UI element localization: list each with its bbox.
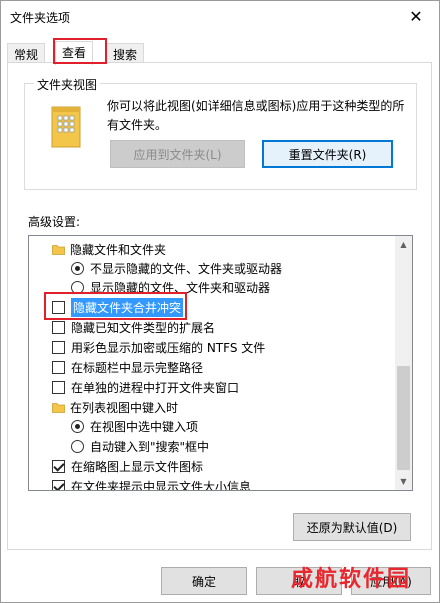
advanced-settings-label: 高级设置: xyxy=(28,215,81,229)
radio-button[interactable] xyxy=(71,280,84,294)
scroll-thumb[interactable] xyxy=(397,366,410,470)
apply-to-folders-label: 应用到文件夹(L) xyxy=(133,147,222,162)
list-item-label: 用彩色显示加密或压缩的 NTFS 文件 xyxy=(71,340,266,355)
list-item-label: 隐藏文件夹合并冲突 xyxy=(71,297,184,317)
list-item-label: 在单独的进程中打开文件夹窗口 xyxy=(71,380,240,395)
list-item-label: 不显示隐藏的文件、文件夹或驱动器 xyxy=(90,261,283,276)
list-item-label: 在文件夹提示中显示文件大小信息 xyxy=(71,479,252,491)
chevron-down-icon: ▼ xyxy=(400,477,407,486)
list-item[interactable]: 在缩略图上显示文件图标 xyxy=(52,456,203,476)
list-item-label: 自动键入到"搜索"框中 xyxy=(90,439,210,454)
list-item-label: 在缩略图上显示文件图标 xyxy=(71,459,204,474)
list-item: 在列表视图中键入时 xyxy=(52,397,178,417)
list-item[interactable]: 自动键入到"搜索"框中 xyxy=(71,436,209,456)
list-item-label: 在列表视图中键入时 xyxy=(70,400,179,415)
radio-button[interactable] xyxy=(71,261,84,275)
radio-button[interactable] xyxy=(71,419,84,433)
list-item[interactable]: 显示隐藏的文件、文件夹和驱动器 xyxy=(71,277,270,297)
checkbox[interactable] xyxy=(52,360,65,374)
list-item-label: 隐藏文件和文件夹 xyxy=(70,242,167,257)
list-item-label: 在标题栏中显示完整路径 xyxy=(71,360,204,375)
tab-view[interactable]: 查看 xyxy=(55,41,94,65)
list-item[interactable]: 用彩色显示加密或压缩的 NTFS 文件 xyxy=(52,337,265,357)
checkbox[interactable] xyxy=(52,479,65,490)
tab-view-label: 查看 xyxy=(62,46,87,60)
list-item-label: 显示隐藏的文件、文件夹和驱动器 xyxy=(90,280,271,295)
checkbox[interactable] xyxy=(52,320,65,334)
chevron-up-icon: ▲ xyxy=(400,240,407,249)
close-button[interactable]: ✕ xyxy=(393,1,439,31)
folder-view-icon xyxy=(51,106,81,148)
list-item-label: 在视图中选中键入项 xyxy=(90,419,199,434)
tab-general[interactable]: 常规 xyxy=(7,43,46,63)
list-item[interactable]: 隐藏文件夹合并冲突 xyxy=(52,297,184,317)
folder-options-window: 文件夹选项 ✕ 常规 查看 搜索 文件夹视图 你可以将此视图(如详细信息或图标)… xyxy=(0,0,440,603)
list-item[interactable]: 在视图中选中键入项 xyxy=(71,416,198,436)
list-item[interactable]: 在标题栏中显示完整路径 xyxy=(52,357,203,377)
reset-folders-button[interactable]: 重置文件夹(R) xyxy=(262,140,393,168)
scroll-down-button[interactable]: ▼ xyxy=(395,473,412,490)
radio-button[interactable] xyxy=(71,439,84,453)
checkbox[interactable] xyxy=(52,340,65,354)
title-bar[interactable]: 文件夹选项 ✕ xyxy=(1,1,439,31)
folder-views-description: 你可以将此视图(如详细信息或图标)应用于这种类型的所有文件夹。 xyxy=(107,99,405,132)
folder-icon xyxy=(52,402,65,413)
list-item[interactable]: 不显示隐藏的文件、文件夹或驱动器 xyxy=(71,258,282,278)
reset-folders-label: 重置文件夹(R) xyxy=(288,147,367,162)
folder-views-label: 文件夹视图 xyxy=(34,76,101,93)
window-title: 文件夹选项 xyxy=(10,11,71,25)
list-scrollbar[interactable]: ▲ ▼ xyxy=(395,236,412,490)
restore-defaults-label: 还原为默认值(D) xyxy=(306,520,398,535)
list-item[interactable]: 隐藏已知文件类型的扩展名 xyxy=(52,317,215,337)
list-item[interactable]: 在单独的进程中打开文件夹窗口 xyxy=(52,377,239,397)
tab-search-label: 搜索 xyxy=(113,48,138,62)
list-item-label: 隐藏已知文件类型的扩展名 xyxy=(71,320,216,335)
watermark-text: 成航软件园 xyxy=(291,567,412,592)
close-icon: ✕ xyxy=(409,6,423,26)
ok-label: 确定 xyxy=(191,574,216,589)
tab-strip: 常规 查看 搜索 xyxy=(7,41,427,65)
ok-button[interactable]: 确定 xyxy=(161,567,247,595)
apply-to-folders-button[interactable]: 应用到文件夹(L) xyxy=(110,140,245,168)
tab-general-label: 常规 xyxy=(14,48,39,62)
list-item[interactable]: 在文件夹提示中显示文件大小信息 xyxy=(52,476,252,491)
advanced-settings-list[interactable]: 隐藏文件和文件夹 不显示隐藏的文件、文件夹或驱动器 显示隐藏的文件、文件夹和驱动… xyxy=(28,235,413,491)
checkbox[interactable] xyxy=(52,300,65,314)
restore-defaults-button[interactable]: 还原为默认值(D) xyxy=(293,513,411,541)
list-item: 隐藏文件和文件夹 xyxy=(52,239,166,259)
scroll-up-button[interactable]: ▲ xyxy=(395,236,412,253)
folder-icon xyxy=(52,244,65,255)
checkbox[interactable] xyxy=(52,459,65,473)
checkbox[interactable] xyxy=(52,380,65,394)
tab-search[interactable]: 搜索 xyxy=(106,43,145,63)
